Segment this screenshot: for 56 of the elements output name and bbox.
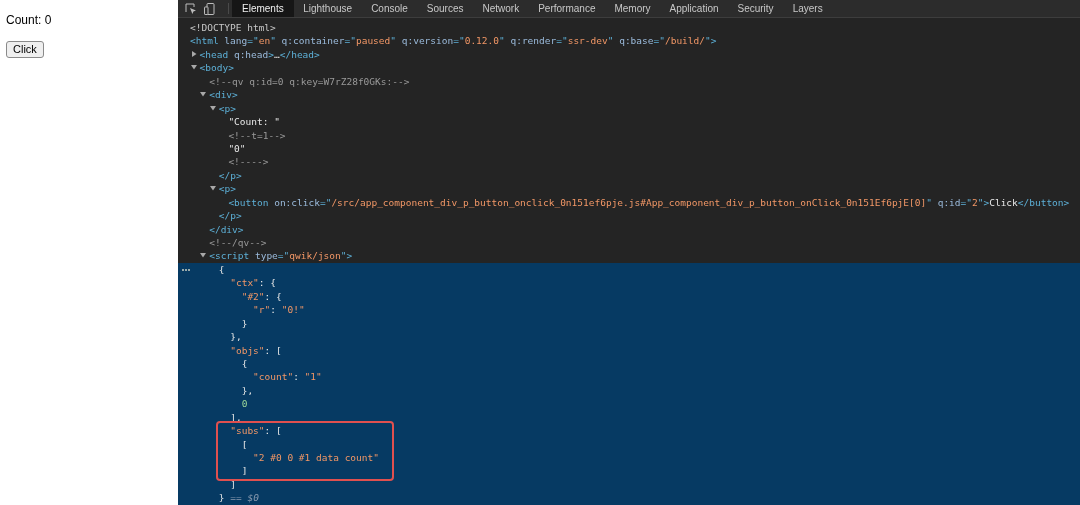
dom-node-line: <!DOCTYPE html> (190, 22, 276, 33)
devtools-tab[interactable]: Application (660, 0, 728, 17)
expanded-arrow-icon[interactable] (209, 185, 216, 192)
code-line: "subs": [ (229, 425, 282, 437)
devtools-tab[interactable]: Layers (783, 0, 833, 17)
dom-node-line: <!--/qv--> (209, 237, 267, 248)
device-toolbar-icon[interactable] (204, 2, 216, 15)
dom-node-line: <!--t=1--> (228, 129, 286, 141)
code-line: { (218, 263, 225, 275)
dom-node-line: <!----> (228, 156, 269, 168)
expanded-arrow-icon[interactable] (200, 252, 207, 259)
code-line: ] (229, 478, 236, 490)
expanded-arrow-icon[interactable] (209, 104, 216, 111)
more-icon[interactable] (182, 268, 190, 271)
dom-node-line: <p> (218, 102, 236, 114)
dom-node-line: <body> (199, 62, 234, 74)
code-line: "objs": [ (229, 344, 282, 356)
code-line: { (240, 357, 248, 369)
closing-tag-line: </div> (209, 223, 244, 235)
dom-node-line: <head q:head>…</head> (199, 48, 320, 60)
devtools-tab[interactable]: Console (361, 0, 418, 17)
code-line: 0 (240, 398, 248, 410)
devtools-tab[interactable]: Sources (417, 0, 473, 17)
devtools-tab[interactable]: Lighthouse (293, 0, 362, 17)
code-line: ] (240, 465, 248, 477)
code-line: } == $0 (218, 492, 259, 504)
dom-node-line: <!--qv q:id=0 q:key=W7rZ28f0GKs:--> (209, 75, 410, 87)
closing-tag-line: </p> (218, 169, 242, 181)
code-line: "2 #0 0 #1 data count" (252, 452, 379, 463)
dom-node-line: <p> (218, 183, 236, 195)
dom-node-line: <script type="qwik/json"> (209, 250, 353, 262)
code-line: } (240, 317, 248, 329)
count-text: Count: 0 (6, 12, 53, 28)
collapsed-arrow-icon[interactable] (190, 50, 197, 57)
devtools-tab[interactable]: Network (473, 0, 529, 17)
code-line: "#2": { (240, 290, 282, 302)
inspect-icon[interactable] (185, 2, 197, 15)
expanded-arrow-icon[interactable] (200, 91, 207, 98)
dom-node-line: <button on:click="/src/app_component_div_p_button_onclick_0n151ef6pje.js#App_component_div_p_button_onClick_0n151Ef6pjE[0]" q:id="2">Click</button> (228, 196, 1070, 208)
devtools-tab[interactable]: Elements (232, 0, 294, 17)
code-line: "ctx": { (229, 277, 276, 289)
devtools-tab[interactable]: Performance (528, 0, 605, 17)
code-line: }, (229, 331, 242, 343)
devtools-tab[interactable]: Memory (604, 0, 661, 17)
code-line: }, (240, 384, 254, 396)
click-button[interactable]: Click (6, 41, 44, 58)
dom-node-line: <div> (209, 89, 238, 101)
dom-node-line: "0" (228, 142, 246, 154)
closing-tag-line: </p> (218, 210, 242, 222)
code-line: [ (240, 438, 248, 450)
code-line: "r": "0!" (252, 304, 305, 316)
expanded-arrow-icon[interactable] (190, 64, 197, 71)
dom-node-line: <html lang="en" q:container="paused" q:version="0.12.0" q:render="ssr-dev" q:base="/build/"> (190, 35, 717, 47)
devtools-tab[interactable]: Security (728, 0, 784, 17)
dom-node-line: "Count: " (228, 116, 280, 128)
code-line: "count": "1" (252, 371, 322, 383)
